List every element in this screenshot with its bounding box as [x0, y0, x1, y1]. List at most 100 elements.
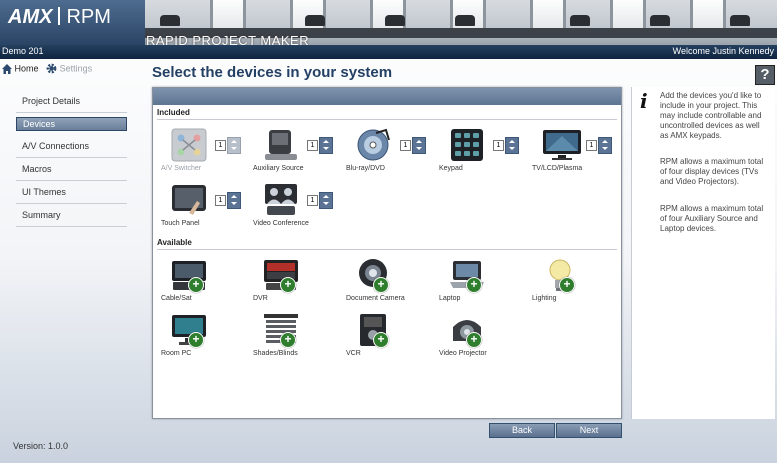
project-name: Demo 201	[2, 46, 44, 56]
arrow-up-icon[interactable]	[323, 140, 329, 143]
included-device: 1 A/V Switcher	[161, 128, 251, 176]
app-logo: AMX RPM	[8, 6, 111, 29]
device-label: Keypad	[439, 165, 463, 172]
arrow-down-icon[interactable]	[323, 202, 329, 205]
arrow-up-icon[interactable]	[602, 140, 608, 143]
add-device-button[interactable]: +	[466, 332, 482, 348]
sidebar-item-project-details[interactable]: Project Details	[16, 90, 127, 113]
device-label: Touch Panel	[161, 220, 200, 227]
arrow-down-icon[interactable]	[231, 202, 237, 205]
quantity-stepper[interactable]	[319, 137, 333, 154]
top-nav: Home Settings	[2, 63, 92, 74]
info-text: Add the devices you'd like to include in…	[660, 91, 762, 140]
add-device-button[interactable]: +	[188, 277, 204, 293]
chair-graphic	[730, 15, 750, 26]
available-device[interactable]: + Laptop	[439, 258, 529, 306]
sidebar-item-ui-themes[interactable]: UI Themes	[16, 181, 127, 204]
av-switcher-icon	[171, 128, 211, 162]
device-label: DVR	[253, 295, 268, 302]
arrow-up-icon[interactable]	[323, 195, 329, 198]
add-device-button[interactable]: +	[373, 332, 389, 348]
device-label: Video Projector	[439, 350, 487, 357]
quantity-stepper[interactable]	[598, 137, 612, 154]
welcome-user: Welcome Justin Kennedy	[672, 46, 774, 56]
gear-icon[interactable]	[46, 63, 57, 74]
device-label: Blu-ray/DVD	[346, 165, 385, 172]
divider	[157, 119, 617, 120]
arrow-down-icon[interactable]	[509, 147, 515, 150]
available-device[interactable]: + VCR	[346, 313, 436, 361]
quantity-field: 1	[215, 140, 226, 151]
quantity-field: 1	[493, 140, 504, 151]
device-label: TV/LCD/Plasma	[532, 165, 583, 172]
header-banner: AMX RPM RAPID PROJECT MAKER	[0, 0, 777, 45]
sidebar-item-summary[interactable]: Summary	[16, 204, 127, 227]
back-button[interactable]: Back	[489, 423, 555, 438]
chair-graphic	[385, 15, 405, 26]
available-device[interactable]: + Room PC	[161, 313, 251, 361]
chair-graphic	[650, 15, 670, 26]
device-label: VCR	[346, 350, 361, 357]
arrow-up-icon	[231, 140, 237, 143]
tv-lcd-plasma-icon	[542, 128, 582, 162]
arrow-down-icon	[231, 147, 237, 150]
arrow-down-icon[interactable]	[602, 147, 608, 150]
quantity-field: 1	[307, 195, 318, 206]
available-device[interactable]: + Shades/Blinds	[253, 313, 343, 361]
available-device[interactable]: + DVR	[253, 258, 343, 306]
device-label: Document Camera	[346, 295, 405, 302]
add-device-button[interactable]: +	[280, 277, 296, 293]
sidebar-item-av-connections[interactable]: A/V Connections	[16, 135, 127, 158]
help-icon[interactable]: ?	[755, 65, 775, 85]
chair-graphic	[305, 15, 325, 26]
add-device-button[interactable]: +	[466, 277, 482, 293]
logo-area: AMX RPM	[0, 0, 145, 45]
chair-graphic	[160, 15, 180, 26]
sidebar-item-devices[interactable]: Devices	[16, 117, 127, 131]
available-device[interactable]: + Lighting	[532, 258, 622, 306]
device-label: Room PC	[161, 350, 192, 357]
arrow-up-icon[interactable]	[231, 195, 237, 198]
settings-link[interactable]: Settings	[60, 64, 93, 74]
window-graphic	[610, 0, 646, 30]
add-device-button[interactable]: +	[559, 277, 575, 293]
quantity-stepper[interactable]	[319, 192, 333, 209]
window-graphic	[690, 0, 726, 30]
section-included: Included	[157, 108, 190, 117]
logo-product: RPM	[66, 6, 111, 28]
devices-panel: Included 1 A/V Switcher 1 Auxiliary Sour…	[152, 87, 622, 419]
device-label: Video Conference	[253, 220, 309, 227]
included-device: 1 Blu-ray/DVD	[346, 128, 436, 176]
quantity-stepper	[227, 137, 241, 154]
bluray-dvd-icon	[356, 128, 396, 162]
device-label: Shades/Blinds	[253, 350, 298, 357]
add-device-button[interactable]: +	[373, 277, 389, 293]
window-graphic	[530, 0, 566, 30]
quantity-stepper[interactable]	[412, 137, 426, 154]
device-label: A/V Switcher	[161, 165, 202, 172]
arrow-down-icon[interactable]	[416, 147, 422, 150]
add-device-button[interactable]: +	[280, 332, 296, 348]
logo-brand: AMX	[8, 6, 53, 28]
device-label: Lighting	[532, 295, 557, 302]
info-text: RPM allows a maximum total of four displ…	[660, 157, 764, 186]
quantity-stepper[interactable]	[227, 192, 241, 209]
arrow-up-icon[interactable]	[416, 140, 422, 143]
quantity-field: 1	[586, 140, 597, 151]
device-label: Laptop	[439, 295, 461, 302]
arrow-down-icon[interactable]	[323, 147, 329, 150]
device-label: Auxiliary Source	[253, 165, 304, 172]
info-text: RPM allows a maximum total of four Auxil…	[660, 204, 764, 233]
sidebar-item-macros[interactable]: Macros	[16, 158, 127, 181]
available-device[interactable]: + Document Camera	[346, 258, 436, 306]
arrow-up-icon[interactable]	[509, 140, 515, 143]
included-device: 1 Video Conference	[253, 183, 343, 231]
home-icon[interactable]	[2, 63, 12, 74]
home-link[interactable]: Home	[15, 64, 39, 74]
available-device[interactable]: + Video Projector	[439, 313, 529, 361]
add-device-button[interactable]: +	[188, 332, 204, 348]
available-device[interactable]: + Cable/Sat	[161, 258, 251, 306]
panel-header	[153, 88, 621, 105]
next-button[interactable]: Next	[556, 423, 622, 438]
quantity-stepper[interactable]	[505, 137, 519, 154]
